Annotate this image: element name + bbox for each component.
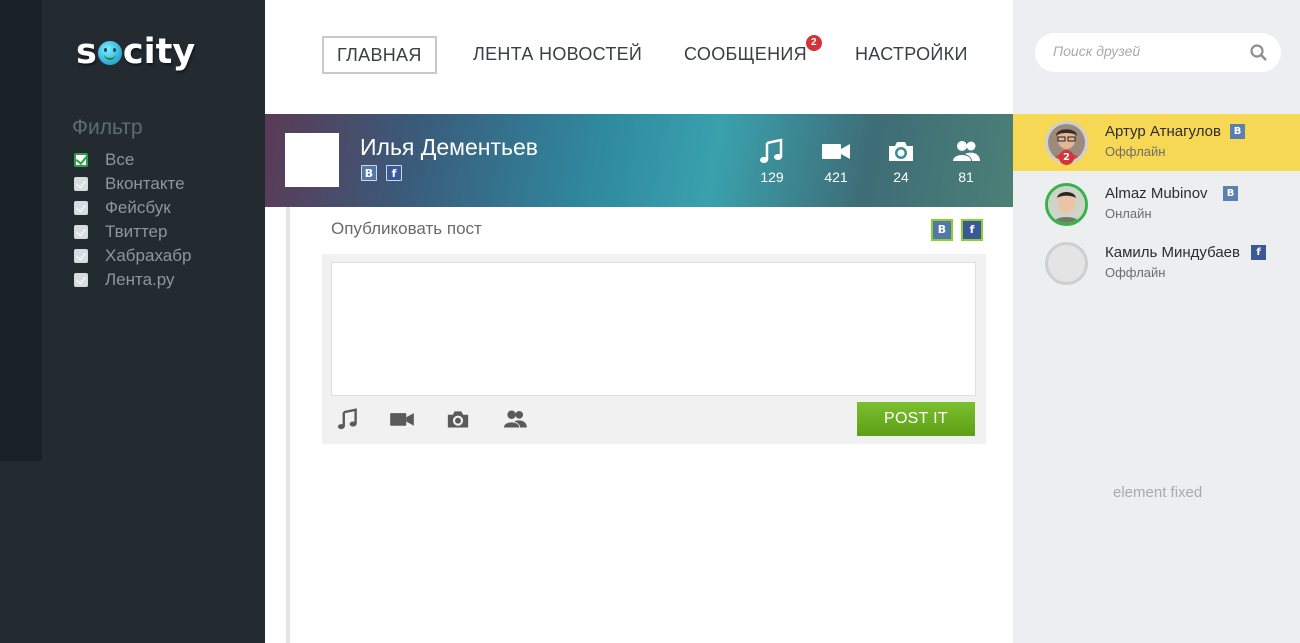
- friend-item[interactable]: Almaz Mubinov B Онлайн: [1013, 176, 1300, 233]
- filter-item-lenta[interactable]: Лента.ру: [74, 268, 191, 292]
- search-icon[interactable]: [1250, 44, 1267, 61]
- friend-status: Оффлайн: [1105, 265, 1166, 280]
- stat-video-count: 421: [824, 169, 848, 185]
- filter-item-label: Твиттер: [105, 222, 168, 241]
- publish-vk-toggle[interactable]: B: [931, 219, 953, 241]
- friend-avatar: [1045, 183, 1088, 226]
- publish-post-label: Опубликовать пост: [331, 219, 482, 238]
- filter-item-all[interactable]: Все: [74, 148, 191, 172]
- filter-item-twitter[interactable]: Твиттер: [74, 220, 191, 244]
- friend-avatar: [1045, 242, 1088, 285]
- friend-status: Оффлайн: [1105, 144, 1166, 159]
- profile-name: Илья Дементьев: [360, 134, 538, 160]
- messages-badge: 2: [805, 35, 822, 51]
- checkbox[interactable]: [74, 201, 88, 215]
- friend-unread-badge: 2: [1059, 150, 1074, 165]
- nav-item-messages[interactable]: СООБЩЕНИЯ 2: [684, 35, 822, 65]
- left-sidebar: s city Фильтр Все Вконтакте Фейсбук Твитт…: [0, 0, 265, 643]
- vk-network-icon[interactable]: B: [361, 165, 377, 181]
- facebook-network-icon[interactable]: f: [386, 165, 402, 181]
- post-textarea[interactable]: [331, 262, 976, 396]
- friend-item[interactable]: 2 Артур Атнагулов B Оффлайн: [1013, 114, 1300, 171]
- camera-icon: [889, 142, 913, 161]
- stat-music-count: 129: [760, 169, 784, 185]
- filter-item-label: Хабрахабр: [105, 246, 192, 265]
- friends-sidebar: 2 Артур Атнагулов B Оффлайн Almaz Mubino…: [1013, 0, 1300, 643]
- filter-item-label: Фейсбук: [105, 198, 171, 217]
- friend-name: Камиль Миндубаев: [1105, 244, 1240, 261]
- filter-item-habrahabr[interactable]: Хабрахабр: [74, 244, 191, 268]
- checkbox[interactable]: [74, 273, 88, 287]
- friend-item[interactable]: Камиль Миндубаев f Оффлайн: [1013, 235, 1300, 292]
- filter-item-label: Вконтакте: [105, 174, 185, 193]
- attach-music-button[interactable]: [333, 406, 363, 432]
- nav-item-news-feed[interactable]: ЛЕНТА НОВОСТЕЙ: [473, 44, 642, 65]
- stat-friends[interactable]: 81: [946, 138, 986, 185]
- top-nav: ГЛАВНАЯ ЛЕНТА НОВОСТЕЙ СООБЩЕНИЯ 2 НАСТР…: [265, 0, 1013, 114]
- tag-friends-button[interactable]: [500, 406, 530, 432]
- music-icon: [337, 408, 357, 430]
- stat-friends-count: 81: [958, 169, 974, 185]
- friend-search: [1035, 33, 1281, 72]
- vk-network-icon: B: [1230, 124, 1245, 139]
- attach-photo-button[interactable]: [443, 406, 473, 432]
- publish-facebook-toggle[interactable]: f: [961, 219, 983, 241]
- friend-name: Артур Атнагулов: [1105, 123, 1221, 140]
- stat-photos-count: 24: [893, 169, 909, 185]
- filter-item-label: Лента.ру: [105, 270, 175, 289]
- nav-item-home[interactable]: ГЛАВНАЯ: [322, 36, 437, 74]
- smile-logo-icon: [97, 41, 122, 65]
- filter-item-label: Все: [105, 150, 135, 169]
- attach-video-button[interactable]: [387, 406, 417, 432]
- filter-item-facebook[interactable]: Фейсбук: [74, 196, 191, 220]
- checkbox-checked[interactable]: [74, 153, 88, 167]
- friends-icon: [504, 410, 527, 428]
- checkbox[interactable]: [74, 225, 88, 239]
- filter-list: Все Вконтакте Фейсбук Твиттер Хабрахабр …: [74, 148, 191, 292]
- stat-music[interactable]: 129: [752, 138, 792, 185]
- filter-title: Фильтр: [72, 116, 143, 139]
- friend-name: Almaz Mubinov: [1105, 185, 1208, 202]
- timeline-rule: [286, 207, 290, 643]
- post-it-button[interactable]: POST IT: [857, 402, 975, 436]
- sidebar-dark-strip: [0, 0, 42, 461]
- checkbox[interactable]: [74, 177, 88, 191]
- camera-icon: [447, 411, 469, 428]
- friend-status: Онлайн: [1105, 206, 1152, 221]
- friends-icon: [953, 141, 980, 161]
- profile-avatar[interactable]: [285, 133, 339, 187]
- post-composer: POST IT: [322, 254, 986, 444]
- music-icon: [760, 138, 783, 163]
- avatar-photo-icon: [1048, 186, 1085, 223]
- friend-search-input[interactable]: [1053, 43, 1238, 59]
- video-icon: [822, 144, 850, 159]
- nav-item-label: СООБЩЕНИЯ: [684, 44, 807, 64]
- fixed-element-note: element fixed: [1113, 484, 1203, 501]
- facebook-network-icon: f: [1251, 245, 1266, 260]
- nav-item-settings[interactable]: НАСТРОЙКИ: [855, 44, 968, 65]
- stat-video[interactable]: 421: [816, 138, 856, 185]
- checkbox[interactable]: [74, 249, 88, 263]
- filter-item-vkontakte[interactable]: Вконтакте: [74, 172, 191, 196]
- video-icon: [390, 413, 414, 426]
- stat-photos[interactable]: 24: [881, 138, 921, 185]
- vk-network-icon: B: [1223, 186, 1238, 201]
- profile-banner: Илья Дементьев B f 129 421 24 81: [265, 114, 1013, 207]
- app-logo[interactable]: s city: [76, 32, 195, 72]
